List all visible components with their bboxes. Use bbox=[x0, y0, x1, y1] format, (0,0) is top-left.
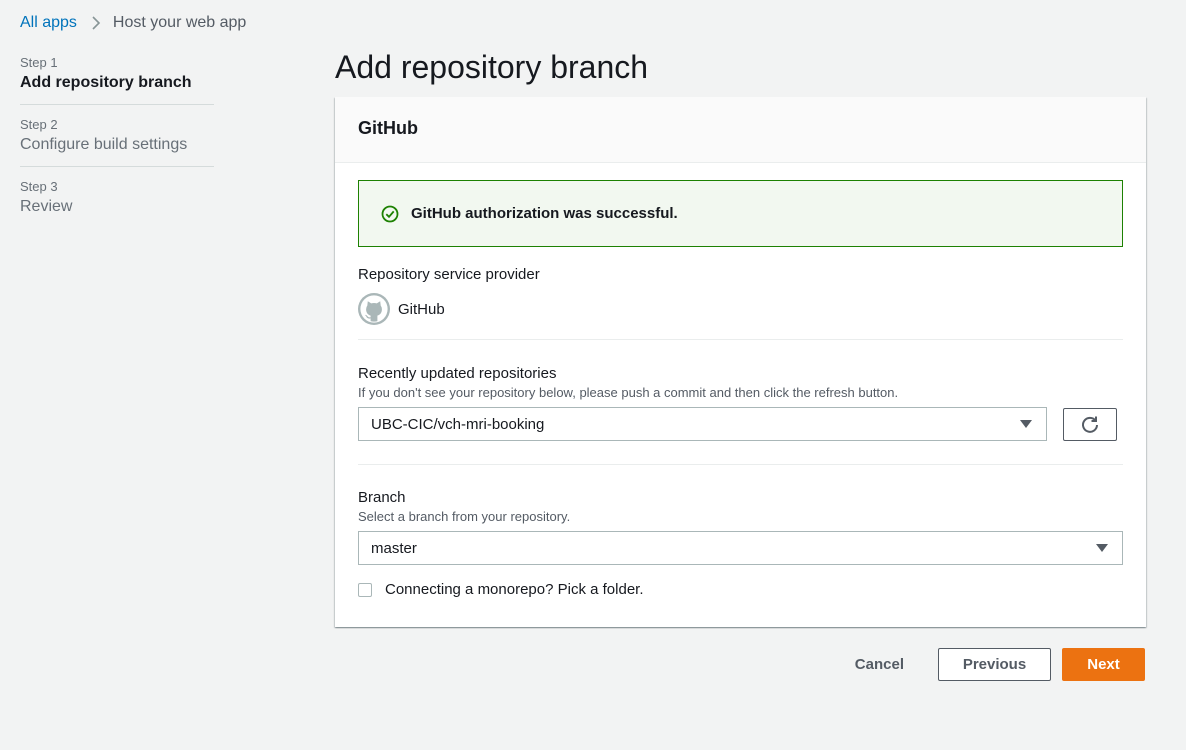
branch-select-value: master bbox=[371, 539, 417, 557]
caret-down-icon bbox=[1020, 420, 1032, 428]
repository-select-value: UBC-CIC/vch-mri-booking bbox=[371, 415, 545, 433]
step-1[interactable]: Step 1 Add repository branch bbox=[20, 52, 214, 105]
divider bbox=[358, 339, 1123, 340]
step-2: Step 2 Configure build settings bbox=[20, 114, 214, 167]
github-icon bbox=[358, 293, 390, 325]
check-circle-icon bbox=[381, 205, 399, 223]
step-title: Add repository branch bbox=[20, 74, 192, 91]
panel-header: GitHub bbox=[335, 97, 1146, 163]
step-title: Review bbox=[20, 198, 73, 215]
step-number: Step 2 bbox=[20, 117, 58, 132]
repositories-label: Recently updated repositories bbox=[358, 365, 557, 382]
step-title: Configure build settings bbox=[20, 136, 188, 153]
repository-select[interactable]: UBC-CIC/vch-mri-booking bbox=[358, 407, 1047, 441]
refresh-icon bbox=[1080, 414, 1100, 434]
repositories-field: Recently updated repositories If you don… bbox=[358, 364, 1123, 441]
monorepo-checkbox[interactable] bbox=[358, 582, 372, 597]
wizard-steps: Step 1 Add repository branch Step 2 Conf… bbox=[20, 52, 214, 237]
branch-description: Select a branch from your repository. bbox=[358, 509, 571, 524]
repositories-description: If you don't see your repository below, … bbox=[358, 385, 899, 400]
breadcrumb-current: Host your web app bbox=[112, 14, 247, 31]
breadcrumb-all-apps[interactable]: All apps bbox=[20, 14, 77, 32]
step-number: Step 3 bbox=[20, 179, 58, 194]
monorepo-option: Connecting a monorepo? Pick a folder. bbox=[358, 581, 1123, 598]
divider bbox=[358, 464, 1123, 465]
step-3: Step 3 Review bbox=[20, 176, 214, 228]
monorepo-label[interactable]: Connecting a monorepo? Pick a folder. bbox=[385, 581, 644, 598]
alert-text: GitHub authorization was successful. bbox=[411, 205, 678, 222]
previous-button[interactable]: Previous bbox=[938, 648, 1051, 681]
branch-label: Branch bbox=[358, 489, 406, 506]
caret-down-icon bbox=[1096, 544, 1108, 552]
branch-field: Branch Select a branch from your reposit… bbox=[358, 488, 1123, 565]
success-alert: GitHub authorization was successful. bbox=[358, 180, 1123, 247]
provider-label: Repository service provider bbox=[358, 266, 540, 283]
branch-select[interactable]: master bbox=[358, 531, 1123, 565]
page-title: Add repository branch bbox=[335, 49, 649, 85]
panel-body: GitHub authorization was successful. Rep… bbox=[335, 163, 1146, 598]
refresh-button[interactable] bbox=[1063, 407, 1117, 441]
wizard-actions: Cancel Previous Next bbox=[835, 648, 1145, 681]
cancel-button[interactable]: Cancel bbox=[835, 648, 924, 681]
next-button[interactable]: Next bbox=[1062, 648, 1145, 681]
provider-name: GitHub bbox=[398, 300, 445, 318]
chevron-right-icon bbox=[91, 15, 101, 31]
repository-panel: GitHub GitHub authorization was successf… bbox=[335, 97, 1146, 627]
step-number: Step 1 bbox=[20, 55, 58, 70]
breadcrumb: All apps Host your web app bbox=[20, 12, 246, 34]
provider-section: Repository service provider GitHub bbox=[358, 265, 1123, 325]
